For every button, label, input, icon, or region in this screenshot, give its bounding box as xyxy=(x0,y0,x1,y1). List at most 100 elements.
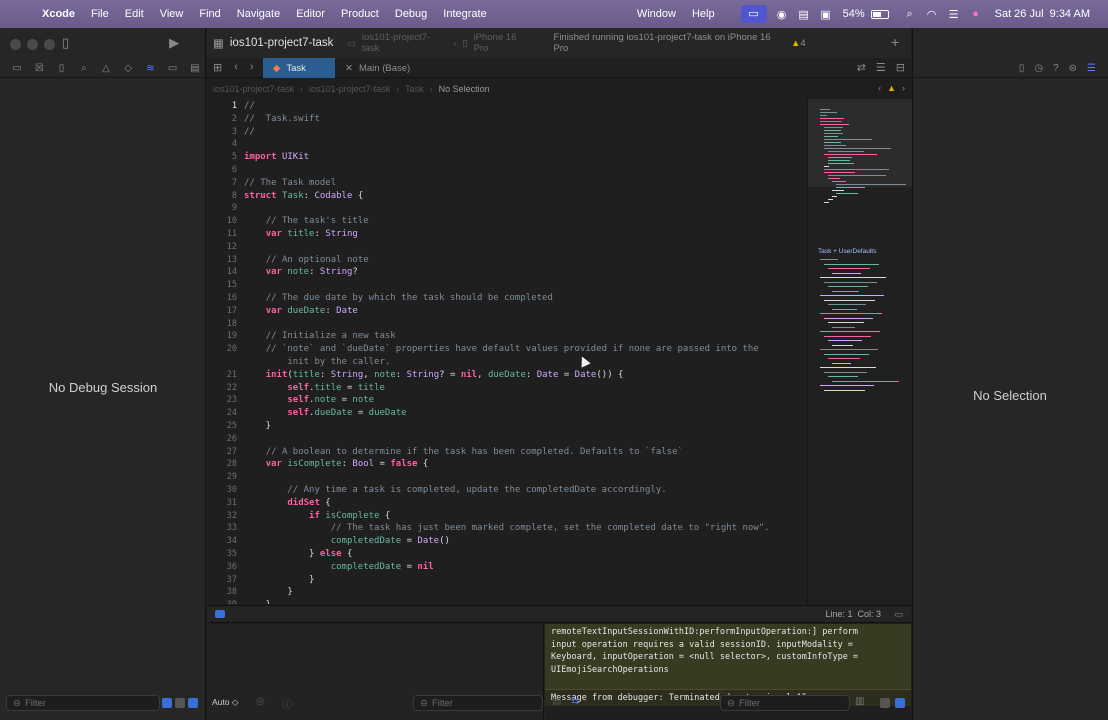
menu-item-debug[interactable]: Debug xyxy=(387,8,435,20)
line-number[interactable]: 16 xyxy=(207,293,237,303)
line-number[interactable]: 9 xyxy=(207,203,237,213)
code-line[interactable]: init(title: String, note: String? = nil,… xyxy=(244,370,624,380)
file-inspector-icon[interactable]: ▯ xyxy=(1019,63,1025,74)
eye-icon[interactable]: ◎ xyxy=(256,696,265,707)
line-number[interactable]: 2 xyxy=(207,114,237,124)
code-line[interactable]: import UIKit xyxy=(244,152,309,162)
navigator-filter-field[interactable]: ⊖ Filter xyxy=(6,695,160,711)
line-number[interactable]: 17 xyxy=(207,306,237,316)
menu-item-window[interactable]: Window xyxy=(629,8,684,20)
attributes-inspector-icon[interactable]: ☰ xyxy=(1087,63,1096,74)
line-number[interactable]: 13 xyxy=(207,255,237,265)
project-title[interactable]: ▦ ios101-project7-task xyxy=(213,36,333,50)
menu-item-editor[interactable]: Editor xyxy=(288,8,333,20)
wifi-icon[interactable]: ◠ xyxy=(921,8,943,21)
code-line[interactable]: self.title = title xyxy=(244,383,385,393)
code-line[interactable]: } xyxy=(244,575,314,585)
help-inspector-icon[interactable]: ? xyxy=(1053,63,1059,74)
code-line[interactable]: // The task has just been marked complet… xyxy=(244,523,770,533)
line-number[interactable]: 34 xyxy=(207,536,237,546)
menu-item-find[interactable]: Find xyxy=(191,8,228,20)
line-number[interactable]: 39 xyxy=(207,600,237,604)
code-line[interactable]: // xyxy=(244,127,255,137)
line-number[interactable]: 38 xyxy=(207,587,237,597)
zoom-window-button[interactable] xyxy=(44,39,55,50)
code-line[interactable]: completedDate = Date() xyxy=(244,536,450,546)
code-line[interactable]: // Any time a task is completed, update … xyxy=(244,485,666,495)
line-number[interactable]: 29 xyxy=(207,472,237,482)
line-number[interactable]: 15 xyxy=(207,280,237,290)
code-line[interactable]: completedDate = nil xyxy=(244,562,434,572)
code-line[interactable]: self.note = note xyxy=(244,395,374,405)
menu-item-navigate[interactable]: Navigate xyxy=(229,8,288,20)
screen-mirror-icon[interactable]: ▭ xyxy=(740,5,767,23)
related-items-icon[interactable]: ⊞ xyxy=(213,61,222,74)
line-number[interactable]: 27 xyxy=(207,447,237,457)
line-number[interactable]: 4 xyxy=(207,139,237,149)
test-navigator-icon[interactable]: ◇ xyxy=(117,63,139,74)
menu-app-name[interactable]: Xcode xyxy=(34,8,83,20)
code-line[interactable]: init by the caller. xyxy=(244,357,390,367)
code-line[interactable]: // The task's title xyxy=(244,216,369,226)
line-number[interactable]: 19 xyxy=(207,331,237,341)
line-number[interactable]: 1 xyxy=(207,101,237,111)
line-number[interactable]: 26 xyxy=(207,434,237,444)
code-line[interactable]: if isComplete { xyxy=(244,511,390,521)
scheme-selector[interactable]: ▭ ios101-project7-task › ▯ iPhone 16 Pro… xyxy=(347,32,787,54)
show-console-icon[interactable] xyxy=(895,698,905,708)
sidebar-toggle-icon[interactable]: ▯ xyxy=(62,35,69,51)
minimize-window-button[interactable] xyxy=(27,39,38,50)
filter-option-icon[interactable] xyxy=(188,698,198,708)
code-line[interactable]: } xyxy=(244,600,271,604)
jumpbar-group[interactable]: ios101-project7-task xyxy=(309,84,390,94)
line-number[interactable]: 24 xyxy=(207,408,237,418)
variables-scope-selector[interactable]: Auto ◇ xyxy=(212,697,238,708)
menu-datetime[interactable]: Sat 26 Jul 9:34 AM xyxy=(987,8,1098,20)
refresh-icon[interactable]: ⇄ xyxy=(857,61,866,74)
filter-option-icon[interactable] xyxy=(175,698,185,708)
run-icon[interactable]: ▶ xyxy=(169,35,179,51)
editor-options-icon[interactable]: ☰ xyxy=(876,61,886,74)
forward-arrow-icon[interactable]: › xyxy=(250,61,254,74)
siri-icon[interactable]: ● xyxy=(965,8,987,20)
line-number[interactable]: 31 xyxy=(207,498,237,508)
code-line[interactable]: struct Task: Codable { xyxy=(244,191,363,201)
chevron-right-icon[interactable]: › xyxy=(902,83,905,93)
line-number[interactable]: 5 xyxy=(207,152,237,162)
code-line[interactable]: // A boolean to determine if the task ha… xyxy=(244,447,683,457)
line-number[interactable]: 25 xyxy=(207,421,237,431)
code-line[interactable]: } else { xyxy=(244,549,352,559)
line-number[interactable]: 33 xyxy=(207,523,237,533)
split-console-icon[interactable] xyxy=(880,698,890,708)
debug-navigator-icon[interactable]: ≋ xyxy=(139,63,161,74)
warning-count[interactable]: ▲4 xyxy=(791,38,806,49)
line-number[interactable]: 23 xyxy=(207,395,237,405)
menu-item-product[interactable]: Product xyxy=(333,8,387,20)
code-line[interactable]: // Task.swift xyxy=(244,114,320,124)
line-number[interactable]: 11 xyxy=(207,229,237,239)
code-line[interactable]: // Initialize a new task xyxy=(244,331,396,341)
line-number[interactable]: 6 xyxy=(207,165,237,175)
trash-icon[interactable]: ▥ xyxy=(855,696,864,707)
code-line[interactable]: // The Task model xyxy=(244,178,336,188)
code-line[interactable]: // `note` and `dueDate` properties have … xyxy=(244,344,759,354)
line-number[interactable]: 3 xyxy=(207,127,237,137)
breakpoint-navigator-icon[interactable]: ▭ xyxy=(162,63,184,74)
code-line[interactable]: } xyxy=(244,421,271,431)
code-line[interactable]: var title: String xyxy=(244,229,358,239)
jumpbar-file[interactable]: Task xyxy=(405,84,424,94)
search-icon[interactable]: ⌕ xyxy=(899,8,921,21)
code-line[interactable]: var note: String? xyxy=(244,267,358,277)
line-number[interactable]: 21 xyxy=(207,370,237,380)
filter-option-icon[interactable] xyxy=(162,698,172,708)
warning-icon[interactable]: ▲ xyxy=(887,83,896,93)
bookmark-navigator-icon[interactable]: ▯ xyxy=(50,63,72,74)
line-number[interactable]: 37 xyxy=(207,575,237,585)
console-options-icon[interactable]: ▤ xyxy=(552,696,561,707)
code-line[interactable]: var isComplete: Bool = false { xyxy=(244,459,429,469)
line-number[interactable]: 10 xyxy=(207,216,237,226)
code-line[interactable]: // The due date by which the task should… xyxy=(244,293,553,303)
code-line[interactable]: didSet { xyxy=(244,498,330,508)
report-navigator-icon[interactable]: ▤ xyxy=(184,63,206,74)
code-line[interactable]: // An optional note xyxy=(244,255,369,265)
